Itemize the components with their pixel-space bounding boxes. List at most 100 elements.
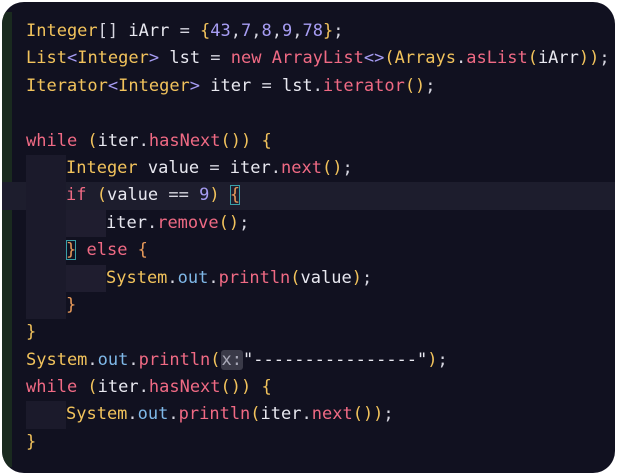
code-token: () <box>404 75 426 96</box>
code-editor-window: Integer[] iArr = {43,7,8,9,78}; List<Inte… <box>2 2 615 473</box>
code-token: . <box>301 404 312 425</box>
code-token: ; <box>425 75 436 96</box>
code-token: next <box>281 157 322 178</box>
code-token: new <box>230 48 272 69</box>
parameter-hint: x: <box>220 349 244 370</box>
code-token: . <box>87 349 98 370</box>
code-token: { <box>200 21 211 41</box>
code-token: . <box>168 404 179 425</box>
code-token: iter <box>106 212 147 233</box>
code-line[interactable]: System.out.println(x:"----------------")… <box>26 347 615 374</box>
code-token: ArrayList <box>271 48 364 69</box>
code-token: Integer <box>77 48 149 69</box>
code-line[interactable]: while (iter.hasNext()) { <box>26 374 615 401</box>
indent-guide <box>26 291 66 320</box>
code-token: > <box>148 48 160 69</box>
code-line[interactable]: iter.remove(); <box>26 209 615 238</box>
indent-guide <box>26 154 66 183</box>
code-token: ( <box>87 377 98 398</box>
code-token: 78 <box>302 21 324 41</box>
code-line[interactable]: System.out.println(iter.next()); <box>26 401 615 429</box>
code-token: } <box>323 21 334 41</box>
code-token: 9 <box>282 21 293 41</box>
code-line[interactable]: while (iter.hasNext()) { <box>26 128 615 155</box>
code-token: ()) <box>352 404 384 425</box>
code-line[interactable]: } else { <box>26 237 615 265</box>
code-token: == <box>158 185 200 206</box>
code-token: . <box>312 75 323 96</box>
code-token: ; <box>239 212 250 233</box>
code-line[interactable]: } <box>26 429 615 456</box>
code-token: iterator <box>322 75 405 96</box>
code-token: } <box>66 294 77 315</box>
code-token: . <box>146 212 158 233</box>
code-token: println <box>218 267 291 288</box>
code-token: ( <box>96 185 107 206</box>
code-token: System <box>26 349 88 370</box>
code-token: , <box>230 21 242 41</box>
code-token: ( <box>527 48 538 69</box>
code-token: iter <box>200 75 252 96</box>
code-token: { <box>261 130 272 151</box>
code-token: ) <box>351 267 362 288</box>
code-line[interactable]: } <box>26 291 615 320</box>
code-token: next <box>311 404 353 425</box>
code-token: asList <box>466 48 528 69</box>
code-token: hasNext <box>148 130 221 151</box>
code-token: ( <box>290 267 301 288</box>
code-token: ; <box>599 48 610 69</box>
indent-guide <box>66 209 106 238</box>
code-token: out <box>177 267 209 288</box>
code-area[interactable]: Integer[] iArr = {43,7,8,9,78}; List<Inte… <box>2 18 615 456</box>
code-token: value <box>300 267 352 288</box>
code-token: () <box>321 157 343 178</box>
code-token: Integer <box>26 21 98 41</box>
code-token: 43 <box>210 21 231 41</box>
code-token: = <box>200 48 231 69</box>
code-token: iter <box>260 404 302 425</box>
code-token: = <box>251 75 282 96</box>
code-line[interactable]: System.out.println(value); <box>26 264 615 292</box>
code-token: iter <box>229 157 271 178</box>
code-line[interactable]: Integer[] iArr = {43,7,8,9,78}; <box>26 18 615 45</box>
code-token: List <box>26 48 67 69</box>
code-token: println <box>178 404 251 425</box>
code-token: iter <box>97 377 139 398</box>
code-token: ( <box>210 349 221 370</box>
code-token: 7 <box>241 21 252 41</box>
code-token: iter <box>97 130 139 151</box>
code-token: ; <box>361 267 373 288</box>
code-token: 8 <box>261 21 272 41</box>
editor-gutter <box>2 12 12 467</box>
code-line[interactable]: } <box>26 319 615 346</box>
code-token: ( <box>250 404 261 425</box>
code-line[interactable]: if (value == 9) { <box>2 182 615 210</box>
code-token: iArr <box>128 21 170 41</box>
code-token: . <box>456 48 467 69</box>
code-line[interactable]: Iterator<Integer> iter = lst.iterator(); <box>26 73 615 100</box>
indent-guide <box>26 264 66 292</box>
code-token: [] <box>97 21 129 41</box>
code-token: ()) <box>220 130 262 151</box>
code-line[interactable]: List<Integer> lst = new ArrayList<>(Arra… <box>26 45 615 72</box>
code-token: < <box>66 48 78 69</box>
code-token: = <box>169 21 201 41</box>
code-token: while <box>26 130 88 151</box>
code-token: , <box>251 21 262 41</box>
code-token: { <box>137 240 148 261</box>
code-token: ( <box>384 48 395 69</box>
code-token: ; <box>333 21 344 41</box>
code-token: () <box>218 212 240 233</box>
code-token: ; <box>383 404 394 425</box>
code-line[interactable] <box>26 100 615 127</box>
code-token: )) <box>578 48 600 69</box>
code-token: . <box>208 267 219 288</box>
code-token: , <box>292 21 303 41</box>
code-token: Iterator <box>26 75 108 96</box>
code-token: <> <box>363 48 385 69</box>
code-token: ()) <box>220 377 262 398</box>
code-token: else <box>76 240 138 261</box>
code-token: lst <box>159 48 201 69</box>
code-line[interactable]: Integer value = iter.next(); <box>26 154 615 183</box>
code-token: "----------------" <box>243 349 428 370</box>
